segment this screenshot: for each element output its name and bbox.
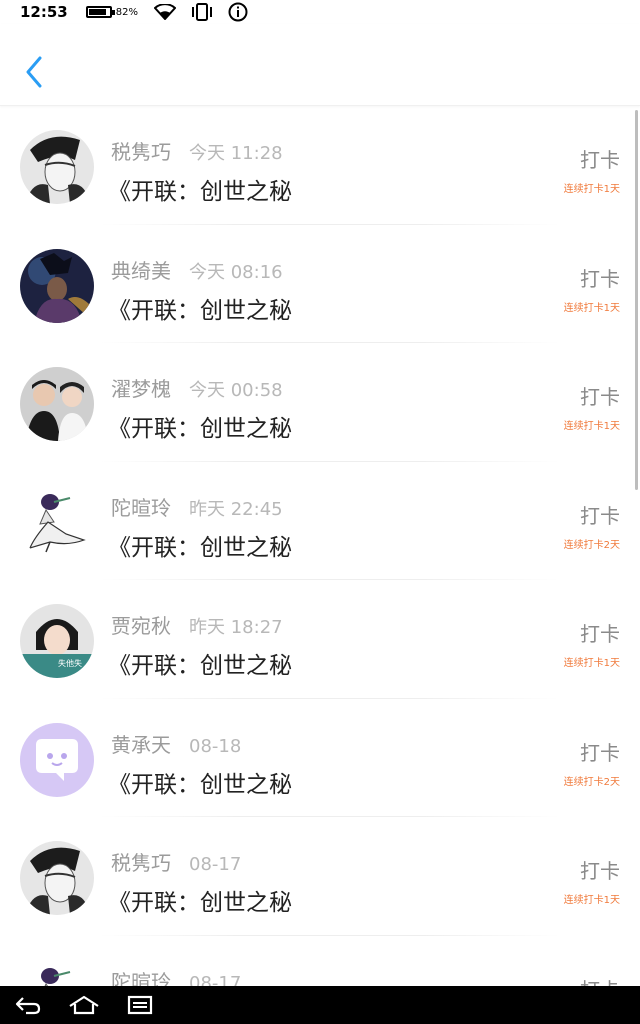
home-nav-button[interactable] [56,986,112,1024]
streak-text: 连续打卡1天 [563,184,620,195]
user-name[interactable]: 典绮美 [111,255,171,284]
avatar[interactable] [20,367,94,441]
list-item[interactable]: 濯梦槐 今天 00:58 《开联：创世之秘 打卡 连续打卡1天 [0,343,640,462]
nav-bar [0,986,640,1024]
list-item[interactable]: 税隽巧 今天 11:28 《开联：创世之秘 打卡 连续打卡1天 [0,106,640,225]
name-line: 陀暄玲 08-17 [111,966,241,987]
back-nav-icon [15,997,41,1015]
streak-text: 连续打卡2天 [563,776,620,788]
streak-text: 连续打卡1天 [563,895,620,906]
vibrate-icon [190,3,214,21]
post-time: 08-18 [189,735,242,757]
book-title[interactable]: 《开联：创世之秘 [108,646,292,680]
book-title[interactable]: 《开联：创世之秘 [108,528,292,562]
avatar[interactable] [20,485,94,560]
avatar[interactable] [20,130,94,204]
back-button[interactable] [20,54,48,90]
list-item[interactable]: 税隽巧 08-17 《开联：创世之秘 打卡 连续打卡1天 [0,817,640,936]
checkin-button[interactable]: 打卡 [580,974,620,987]
chevron-left-icon [26,56,42,88]
user-name[interactable]: 税隽巧 [111,847,171,876]
checkin-list: 税隽巧 今天 11:28 《开联：创世之秘 打卡 连续打卡1天 典绮美 今天 0… [0,106,640,986]
checkin-button[interactable]: 打卡 [580,381,620,410]
name-line: 税隽巧 08-17 [111,847,241,876]
book-title[interactable]: 《开联：创世之秘 [108,172,292,206]
checkin-button[interactable]: 打卡 [580,618,620,647]
home-nav-icon [69,995,99,1015]
checkin-button[interactable]: 打卡 [580,500,620,529]
post-time: 今天 08:16 [189,261,283,283]
list-item[interactable]: 失他失 贾宛秋 昨天 18:27 《开联：创世之秘 打卡 连续打卡1天 [0,580,640,699]
avatar[interactable] [20,722,94,797]
streak-text: 连续打卡2天 [563,539,620,551]
post-time: 今天 00:58 [189,380,283,401]
avatar[interactable] [20,248,94,323]
user-name[interactable]: 税隽巧 [111,136,171,165]
streak-text: 连续打卡1天 [563,421,620,432]
status-bar: 12:53 82% [0,0,640,24]
post-time: 08-17 [189,854,242,875]
name-line: 贾宛秋 昨天 18:27 [111,610,283,639]
name-line: 陀暄玲 昨天 22:45 [111,492,283,521]
name-line: 黄承天 08-18 [111,729,241,758]
post-time: 今天 11:28 [189,143,283,164]
avatar[interactable] [20,841,94,915]
battery-percent: 82% [115,6,138,18]
svg-text:失他失: 失他失 [58,658,82,668]
name-line: 濯梦槐 今天 00:58 [111,373,283,402]
book-title[interactable]: 《开联：创世之秘 [108,409,292,443]
list-item[interactable]: 黄承天 08-18 《开联：创世之秘 打卡 连续打卡2天 [0,699,640,817]
top-bar [0,24,640,106]
book-title[interactable]: 《开联：创世之秘 [108,883,292,917]
scrollbar[interactable] [635,110,638,490]
user-name[interactable]: 黄承天 [111,729,171,758]
checkin-button[interactable]: 打卡 [580,737,620,766]
user-name[interactable]: 濯梦槐 [111,373,171,402]
back-nav-button[interactable] [0,986,56,1024]
streak-text: 连续打卡1天 [563,302,620,314]
user-name[interactable]: 贾宛秋 [111,610,171,639]
user-name[interactable]: 陀暄玲 [111,492,171,521]
post-time: 昨天 22:45 [189,498,283,520]
book-title[interactable]: 《开联：创世之秘 [108,765,292,799]
streak-text: 连续打卡1天 [563,658,620,669]
checkin-button[interactable]: 打卡 [580,263,620,292]
recent-apps-button[interactable] [112,986,168,1024]
avatar[interactable]: 失他失 [20,604,94,678]
checkin-button[interactable]: 打卡 [580,855,620,884]
checkin-button[interactable]: 打卡 [580,144,620,173]
book-title[interactable]: 《开联：创世之秘 [108,291,292,325]
recent-apps-icon [127,995,153,1015]
user-name[interactable]: 陀暄玲 [111,966,171,987]
info-icon [228,2,248,22]
battery-icon [85,6,115,18]
wifi-icon [153,4,176,20]
post-time: 昨天 18:27 [189,617,283,638]
list-item[interactable]: 陀暄玲 昨天 22:45 《开联：创世之秘 打卡 连续打卡2天 [0,462,640,580]
name-line: 税隽巧 今天 11:28 [111,136,283,165]
status-time: 12:53 [20,3,68,21]
list-item[interactable]: 典绮美 今天 08:16 《开联：创世之秘 打卡 连续打卡1天 [0,225,640,343]
list-item[interactable]: 陀暄玲 08-17 打卡 [0,936,640,987]
avatar[interactable] [20,959,94,986]
post-time: 08-17 [189,972,242,987]
name-line: 典绮美 今天 08:16 [111,255,283,284]
